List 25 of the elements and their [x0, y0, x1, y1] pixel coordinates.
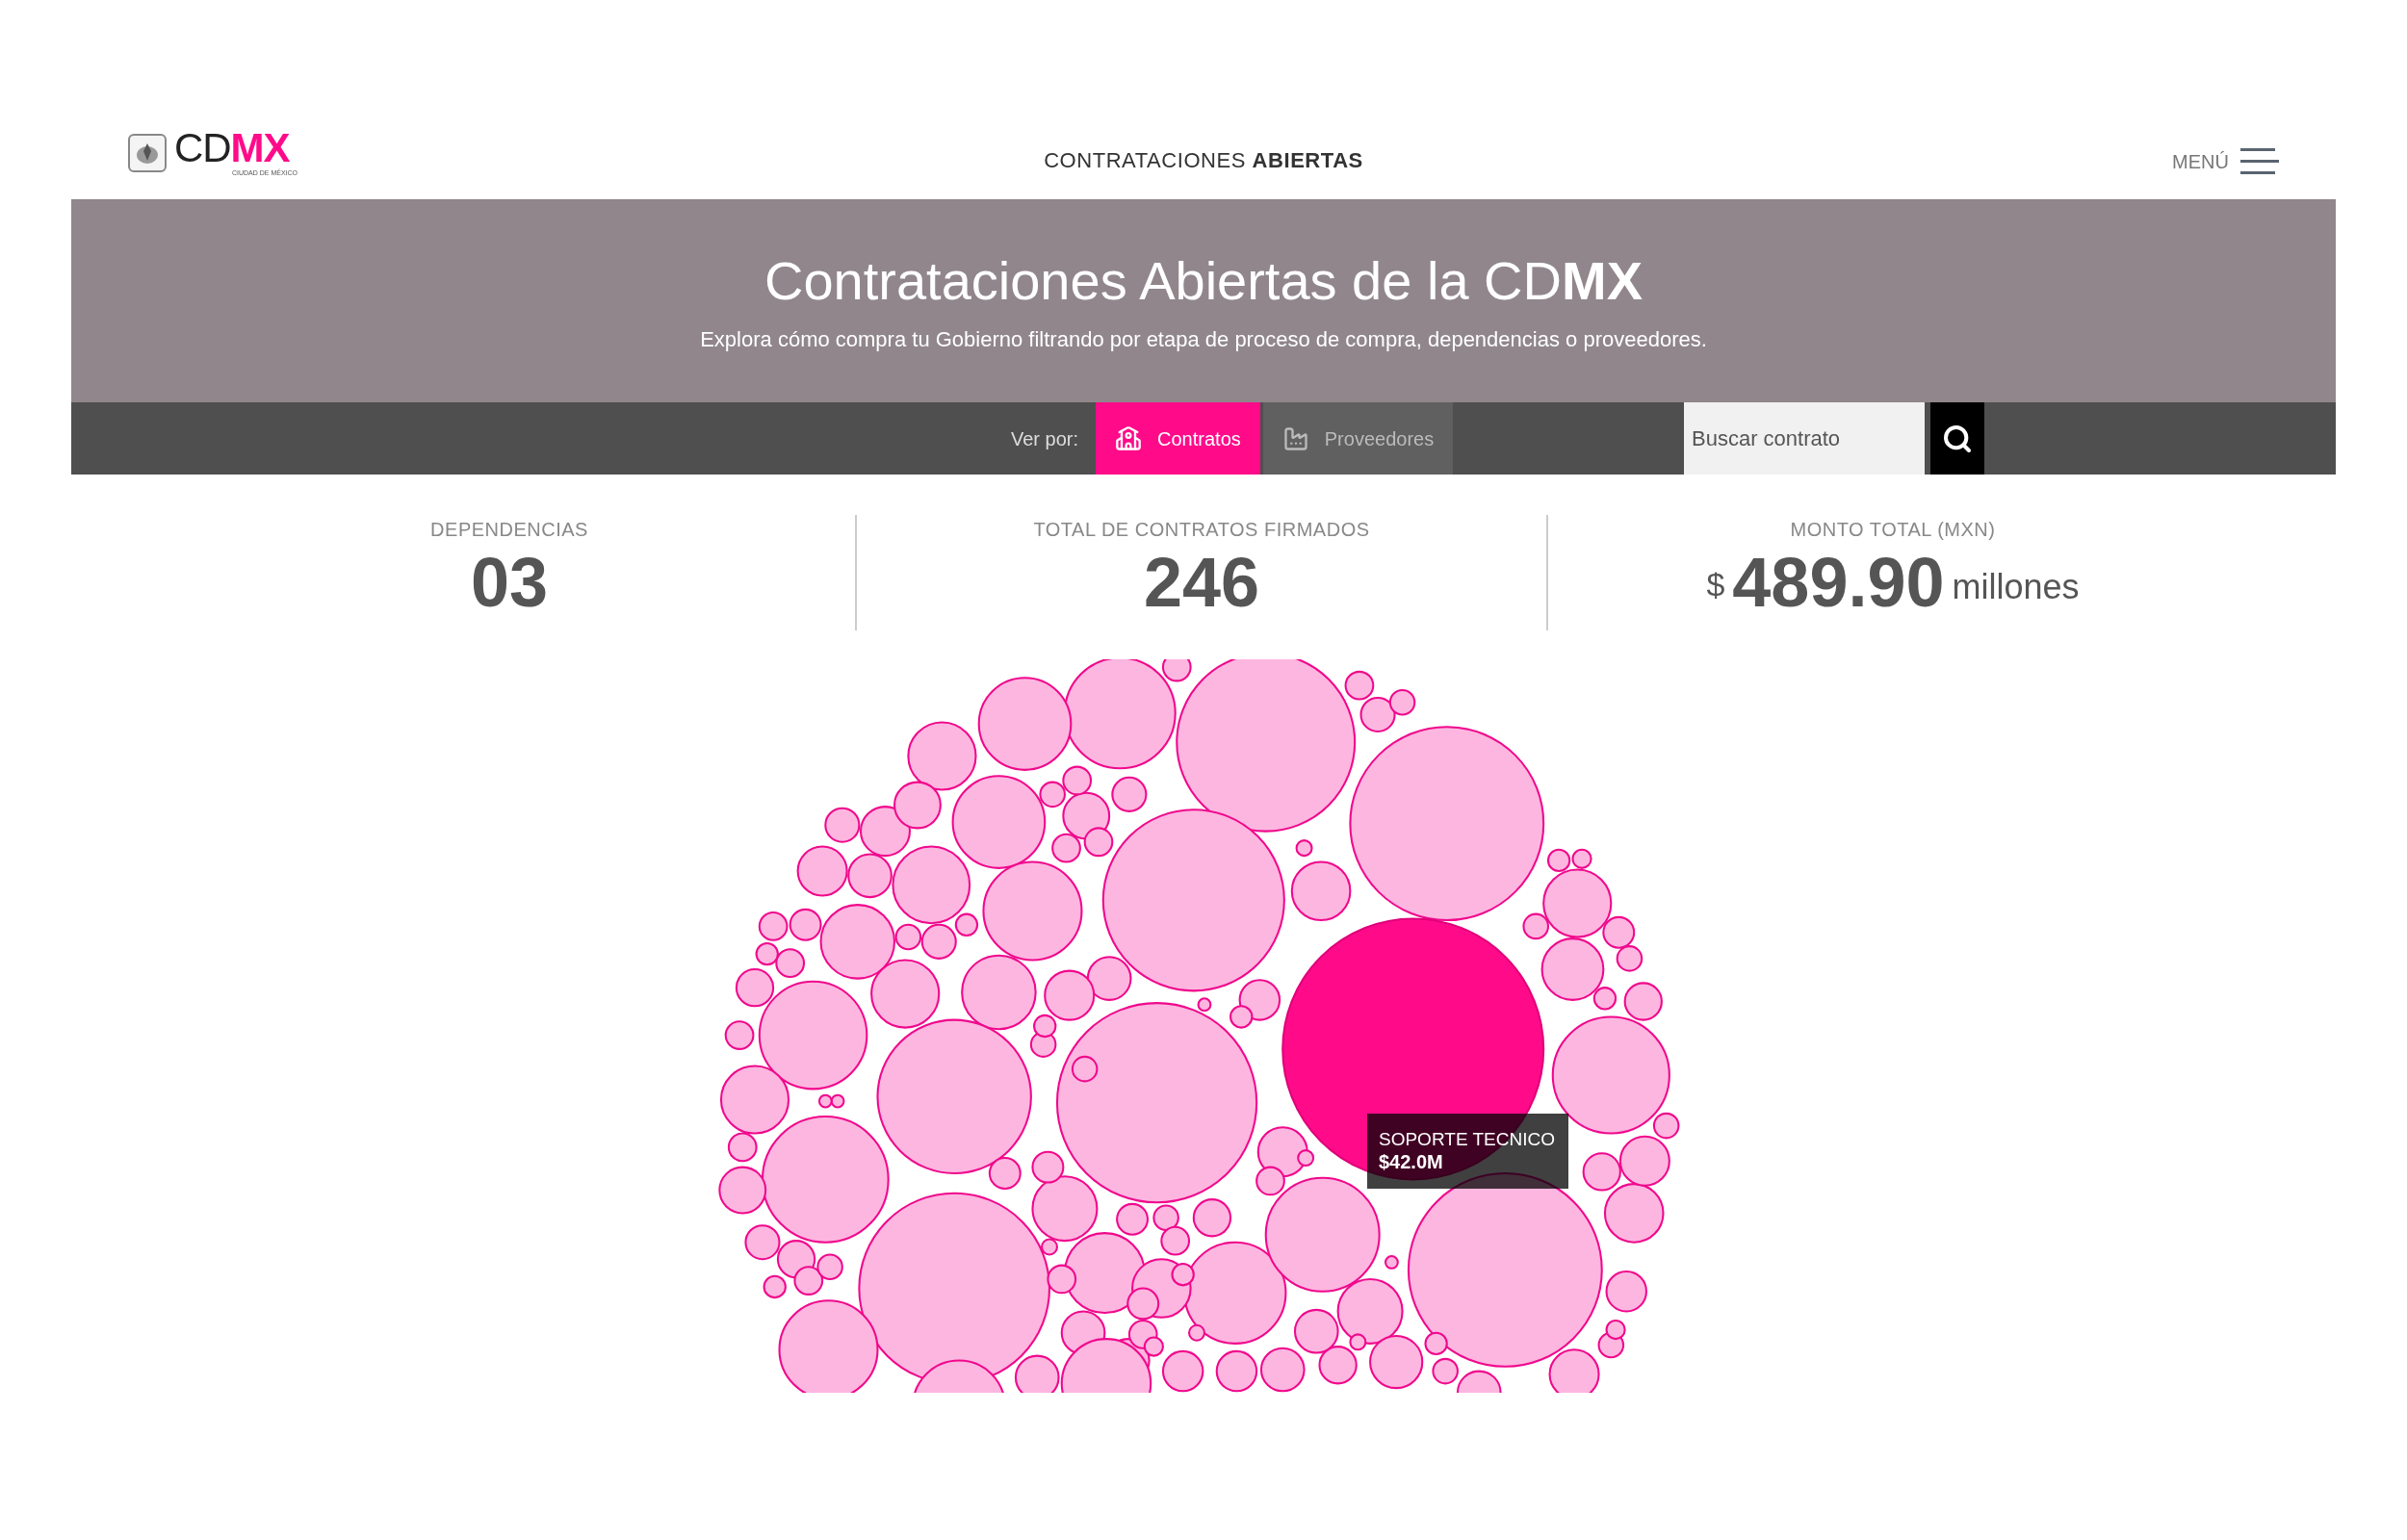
search-field[interactable]: Buscar contrato: [1684, 402, 1925, 475]
stat-label: TOTAL DE CONTRATOS FIRMADOS: [1033, 518, 1370, 542]
banner-title: Contrataciones Abiertas de la CDMX: [764, 254, 1643, 308]
emblem-icon: [128, 133, 167, 172]
tooltip-amount: $42.0M: [1379, 1150, 1444, 1175]
stat-value: 246: [1143, 548, 1260, 617]
search-icon: [1942, 423, 1973, 454]
search-button[interactable]: [1930, 402, 1984, 475]
view-tab[interactable]: Contratos: [1096, 402, 1260, 475]
banner-subtitle: Explora cómo compra tu Gobierno filtrando por etapa de proceso de compra, dependencias o proveedores.: [700, 326, 1707, 353]
stat-value: 03: [470, 548, 549, 617]
stat-value: 489.90: [1732, 548, 1945, 617]
tooltip-label: SOPORTE TECNICO: [1379, 1127, 1556, 1151]
stat-label: DEPENDENCIAS: [430, 518, 588, 542]
menu-label: MENÚ: [2172, 149, 2229, 174]
view-by-label: Ver por:: [1011, 426, 1079, 451]
view-tab[interactable]: Proveedores: [1262, 402, 1454, 475]
factory-icon: [1281, 424, 1309, 452]
currency-sign: $: [1706, 565, 1725, 604]
logo-accent-text: MX: [230, 124, 290, 170]
stat-unit: millones: [1952, 566, 2080, 608]
building-icon: [1115, 424, 1143, 452]
site-title: CONTRATACIONES ABIERTAS: [1044, 147, 1363, 174]
stat-label: MONTO TOTAL (MXN): [1790, 518, 1996, 542]
logo-text: CD: [174, 124, 231, 170]
